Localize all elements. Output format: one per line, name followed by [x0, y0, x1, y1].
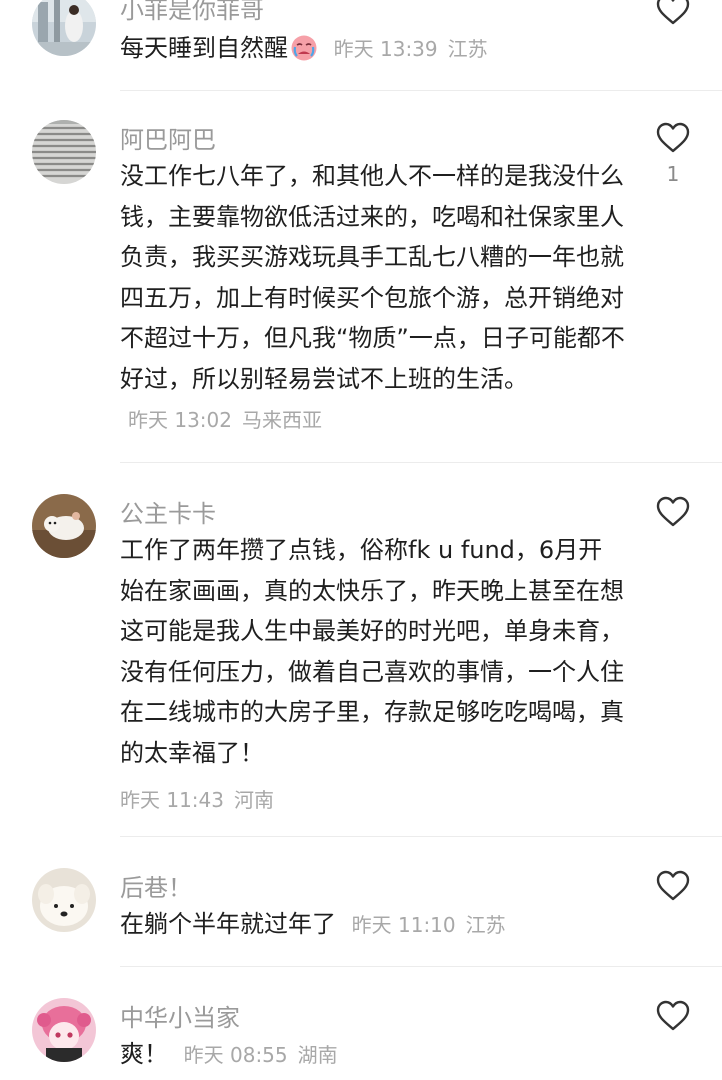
divider: [120, 966, 722, 967]
comment-username[interactable]: 阿巴阿巴: [120, 120, 216, 155]
divider: [120, 90, 722, 91]
like-button[interactable]: [656, 496, 690, 528]
comment-meta: 昨天 13:39 江苏: [334, 37, 488, 61]
divider: [120, 462, 722, 463]
comment-body: 工作了两年攒了点钱，俗称fk u fund，6月开始在家画画，真的太快乐了，昨天…: [120, 530, 625, 773]
comment-location: 江苏: [447, 37, 488, 61]
comment-username[interactable]: 中华小当家: [120, 998, 240, 1033]
heart-outline-icon: [656, 1000, 690, 1031]
like-button[interactable]: [656, 0, 690, 26]
comment-meta: 昨天 11:10 江苏: [352, 913, 506, 937]
comment-body: 爽！ 昨天 08:55 湖南: [120, 1034, 625, 1076]
comment-location: 河南: [234, 788, 274, 812]
avatar[interactable]: [32, 998, 96, 1062]
comment-body: 没工作七八年了，和其他人不一样的是我没什么钱，主要靠物欲低活过来的，吃喝和社保家…: [120, 156, 625, 441]
comment-meta: 昨天 11:43 河南: [120, 784, 274, 813]
like-button[interactable]: [656, 122, 690, 154]
comment-body: 每天睡到自然醒 昨天 13:39 江苏: [120, 28, 625, 70]
avatar[interactable]: [32, 0, 96, 56]
comment-location: 江苏: [465, 913, 506, 937]
avatar[interactable]: [32, 868, 96, 932]
like-button[interactable]: [656, 1000, 690, 1032]
like-count: 1: [666, 162, 680, 186]
comment-username[interactable]: 小菲是你菲哥: [120, 0, 264, 25]
heart-outline-icon: [656, 870, 690, 901]
comment-location: 湖南: [297, 1043, 338, 1067]
comment-time: 昨天 11:10: [351, 913, 456, 937]
comment-location: 马来西亚: [242, 408, 322, 432]
comment-text: 爽！: [120, 1040, 168, 1068]
comment-text: 工作了两年攒了点钱，俗称fk u fund，6月开始在家画画，真的太快乐了，昨天…: [120, 536, 624, 767]
comment-meta: 昨天 08:55 湖南: [184, 1043, 338, 1067]
comment-time: 昨天 13:02: [128, 408, 232, 432]
avatar[interactable]: [32, 120, 96, 184]
comment-time: 昨天 08:55: [183, 1043, 288, 1067]
like-button[interactable]: [656, 870, 690, 902]
comment-text: 每天睡到自然醒: [120, 34, 288, 62]
divider: [120, 836, 722, 837]
crying-face-icon: [290, 34, 318, 62]
comment-text: 没工作七八年了，和其他人不一样的是我没什么钱，主要靠物欲低活过来的，吃喝和社保家…: [120, 162, 625, 393]
heart-outline-icon: [656, 0, 690, 25]
comment-username[interactable]: 后巷！: [120, 868, 192, 903]
comment-text: 在躺个半年就过年了: [120, 910, 336, 938]
comment-body: 在躺个半年就过年了 昨天 11:10 江苏: [120, 904, 625, 946]
heart-outline-icon: [656, 496, 690, 527]
comment-time: 昨天 11:43: [120, 788, 224, 812]
comment-username[interactable]: 公主卡卡: [120, 494, 216, 529]
heart-outline-icon: [656, 122, 690, 153]
comment-meta: 昨天 13:02 马来西亚: [128, 408, 322, 432]
avatar[interactable]: [32, 494, 96, 558]
comment-time: 昨天 13:39: [333, 37, 438, 61]
